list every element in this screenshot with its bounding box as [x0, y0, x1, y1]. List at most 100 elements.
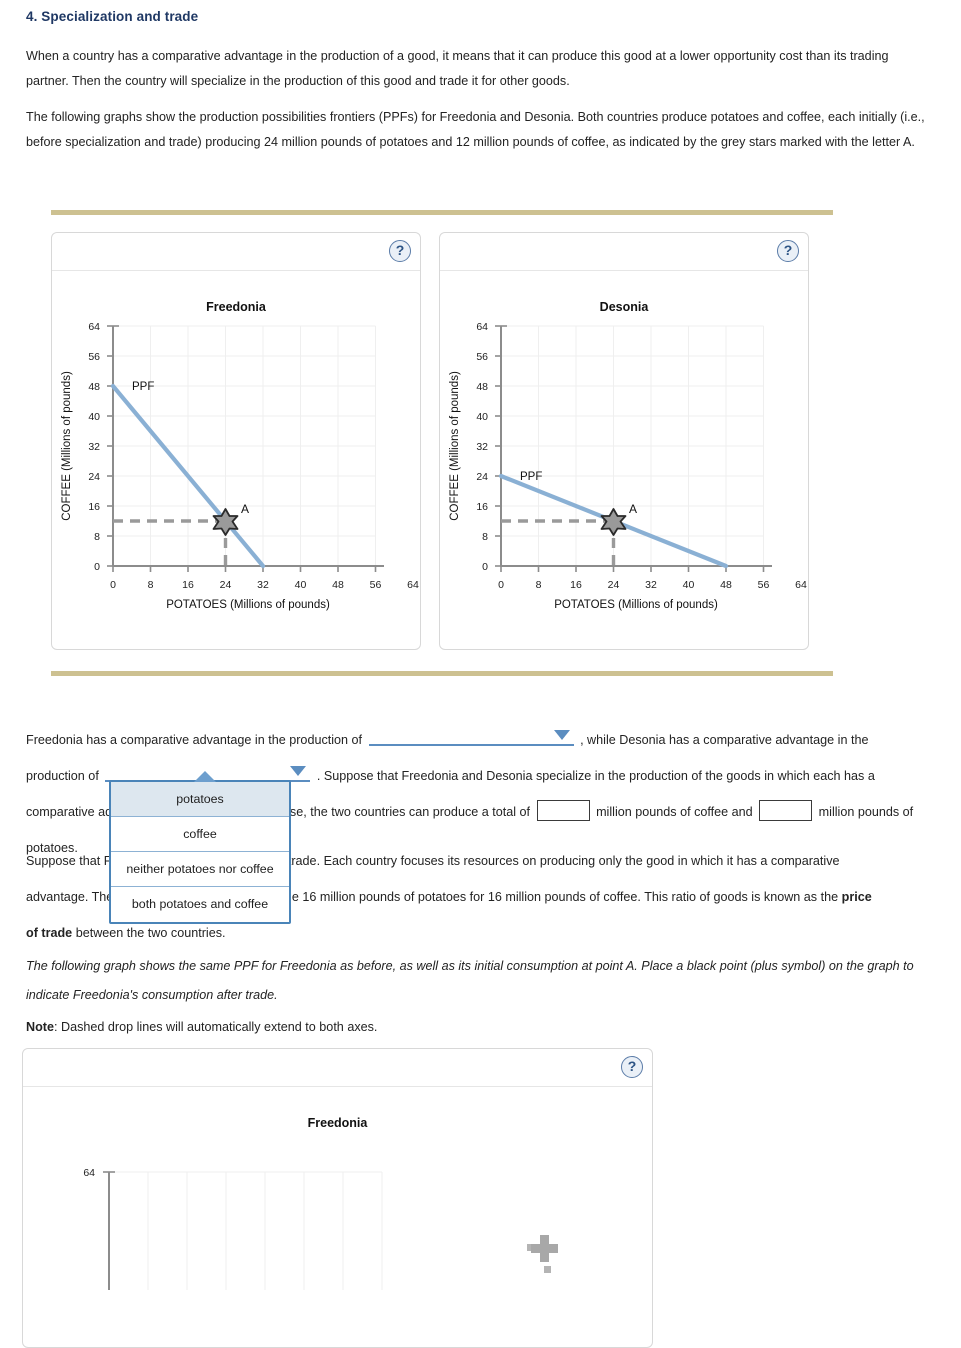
- freedonia-svg: 64 56 48 40 32 24 16 8 0 0 8 16 24 32 40…: [61, 321, 419, 611]
- freedonia-chart-panel: ? Freedonia 64 56 48 40 32 24 16 8 0 0 8…: [51, 232, 421, 650]
- note-text: : Dashed drop lines will automatically e…: [54, 1020, 378, 1034]
- svg-text:0: 0: [498, 579, 504, 591]
- dropdown-option-both[interactable]: both potatoes and coffee: [111, 887, 289, 922]
- price-bold: price: [841, 890, 872, 904]
- gridlines: [108, 1171, 383, 1290]
- svg-text:32: 32: [645, 579, 657, 591]
- help-icon[interactable]: ?: [389, 240, 411, 262]
- potatoes-total-input[interactable]: [759, 800, 813, 821]
- dropdown-option-potatoes[interactable]: potatoes: [111, 782, 289, 817]
- svg-text:8: 8: [482, 531, 488, 543]
- coffee-total-input[interactable]: [536, 800, 590, 821]
- help-icon[interactable]: ?: [777, 240, 799, 262]
- desonia-chart-panel: ? Desonia 64 56 48 40 32 24 16 8 0 0 8 1…: [439, 232, 809, 650]
- svg-text:0: 0: [110, 579, 116, 591]
- dropdown-freedonia-good[interactable]: [368, 728, 574, 746]
- question-text-1a: Freedonia has a comparative advantage in…: [26, 733, 363, 747]
- svg-text:16: 16: [88, 501, 100, 513]
- svg-text:40: 40: [88, 411, 100, 423]
- interactive-svg[interactable]: 64: [23, 1130, 652, 1290]
- divider-bottom: [51, 671, 833, 676]
- svg-text:32: 32: [88, 441, 100, 453]
- svg-text:48: 48: [476, 381, 488, 393]
- divider-top: [51, 210, 833, 215]
- trade-text-b: to trade. Each country focuses its resou…: [273, 854, 840, 868]
- freedonia-panel-header: ?: [52, 233, 420, 271]
- note-line: Note: Dashed drop lines will automatical…: [26, 1017, 936, 1037]
- svg-text:32: 32: [476, 441, 488, 453]
- svg-text:40: 40: [295, 579, 307, 591]
- y-axis-label: COFFEE (Millions of pounds): [449, 371, 461, 521]
- question-text-2b: . Suppose that Freedonia and Desonia spe…: [316, 769, 875, 783]
- desonia-svg: 64 56 48 40 32 24 16 8 0 0 8 16 24 32 40: [449, 321, 807, 611]
- svg-text:64: 64: [795, 579, 807, 591]
- svg-text:0: 0: [94, 561, 100, 573]
- desonia-panel-header: ?: [440, 233, 808, 271]
- svg-text:64: 64: [407, 579, 419, 591]
- y-tick-labels: 64 56 48 40 32 24 16 8 0: [88, 321, 100, 573]
- dropdown-option-coffee[interactable]: coffee: [111, 817, 289, 852]
- gridlines: [112, 325, 376, 566]
- svg-text:40: 40: [683, 579, 695, 591]
- svg-text:16: 16: [182, 579, 194, 591]
- trade-text-d: the 16 million pounds of potatoes for 16…: [281, 890, 839, 904]
- chevron-down-icon: [553, 730, 570, 740]
- point-a-star-marker: [600, 508, 627, 536]
- x-tick-labels: 0 8 16 24 32 40 48 56 64: [110, 579, 419, 591]
- desonia-chart-title: Desonia: [599, 300, 649, 314]
- svg-text:32: 32: [257, 579, 269, 591]
- question-text-3b: million pounds of coffee and: [596, 805, 753, 819]
- interactive-chart-title: Freedonia: [307, 1116, 368, 1130]
- question-text-3c: million pounds of: [818, 805, 914, 819]
- svg-text:8: 8: [536, 579, 542, 591]
- svg-text:24: 24: [88, 471, 100, 483]
- dropdown-options-list[interactable]: potatoes coffee neither potatoes nor cof…: [109, 771, 291, 924]
- point-a-label: A: [629, 502, 637, 516]
- y-tick-label-64: 64: [83, 1167, 95, 1179]
- of-trade-bold: of trade: [26, 926, 73, 940]
- ppf-label: PPF: [132, 381, 154, 393]
- svg-text:56: 56: [370, 579, 382, 591]
- svg-text:48: 48: [720, 579, 732, 591]
- dropdown-option-neither[interactable]: neither potatoes nor coffee: [111, 852, 289, 887]
- intro-paragraph-2: The following graphs show the production…: [26, 110, 925, 149]
- svg-text:56: 56: [476, 351, 488, 363]
- svg-text:64: 64: [88, 321, 100, 333]
- svg-text:16: 16: [570, 579, 582, 591]
- question-text-2a: production of: [26, 769, 99, 783]
- svg-text:56: 56: [88, 351, 100, 363]
- svg-text:16: 16: [476, 501, 488, 513]
- note-label: Note: [26, 1020, 54, 1034]
- y-tick-labels: 64 56 48 40 32 24 16 8 0: [476, 321, 488, 573]
- freedonia-plot: 64 56 48 40 32 24 16 8 0 0 8 16 24 32 40…: [52, 314, 420, 634]
- ppf-label: PPF: [520, 471, 542, 483]
- dropdown-pointer-nub: [194, 771, 216, 782]
- page-title: 4. Specialization and trade: [26, 9, 199, 24]
- help-icon[interactable]: ?: [621, 1056, 643, 1078]
- x-axis-label: POTATOES (Millions of pounds): [166, 599, 330, 611]
- freedonia-chart-title: Freedonia: [206, 300, 266, 314]
- plus-cursor-icon: [527, 1235, 558, 1273]
- intro-paragraph-1: When a country has a comparative advanta…: [26, 49, 889, 88]
- y-axis-label: COFFEE (Millions of pounds): [61, 371, 73, 521]
- x-tick-labels: 0 8 16 24 32 40 48 56 64: [498, 579, 807, 591]
- svg-text:0: 0: [482, 561, 488, 573]
- svg-text:56: 56: [758, 579, 770, 591]
- desonia-plot: 64 56 48 40 32 24 16 8 0 0 8 16 24 32 40: [440, 314, 808, 634]
- svg-text:24: 24: [608, 579, 620, 591]
- svg-text:64: 64: [476, 321, 488, 333]
- svg-text:8: 8: [94, 531, 100, 543]
- question-text-1b: , while Desonia has a comparative advant…: [580, 733, 869, 747]
- freedonia-interactive-panel: ? Freedonia 64: [22, 1048, 653, 1348]
- interactive-panel-header: ?: [23, 1049, 652, 1087]
- svg-text:24: 24: [476, 471, 488, 483]
- svg-text:48: 48: [88, 381, 100, 393]
- point-a-label: A: [241, 502, 249, 516]
- trade-text-e: between the two countries.: [75, 926, 226, 940]
- interactive-plot[interactable]: 64: [23, 1130, 652, 1290]
- svg-text:40: 40: [476, 411, 488, 423]
- svg-text:8: 8: [148, 579, 154, 591]
- svg-text:24: 24: [220, 579, 232, 591]
- x-axis-label: POTATOES (Millions of pounds): [554, 599, 718, 611]
- italic-instruction: The following graph shows the same PPF f…: [26, 959, 914, 1002]
